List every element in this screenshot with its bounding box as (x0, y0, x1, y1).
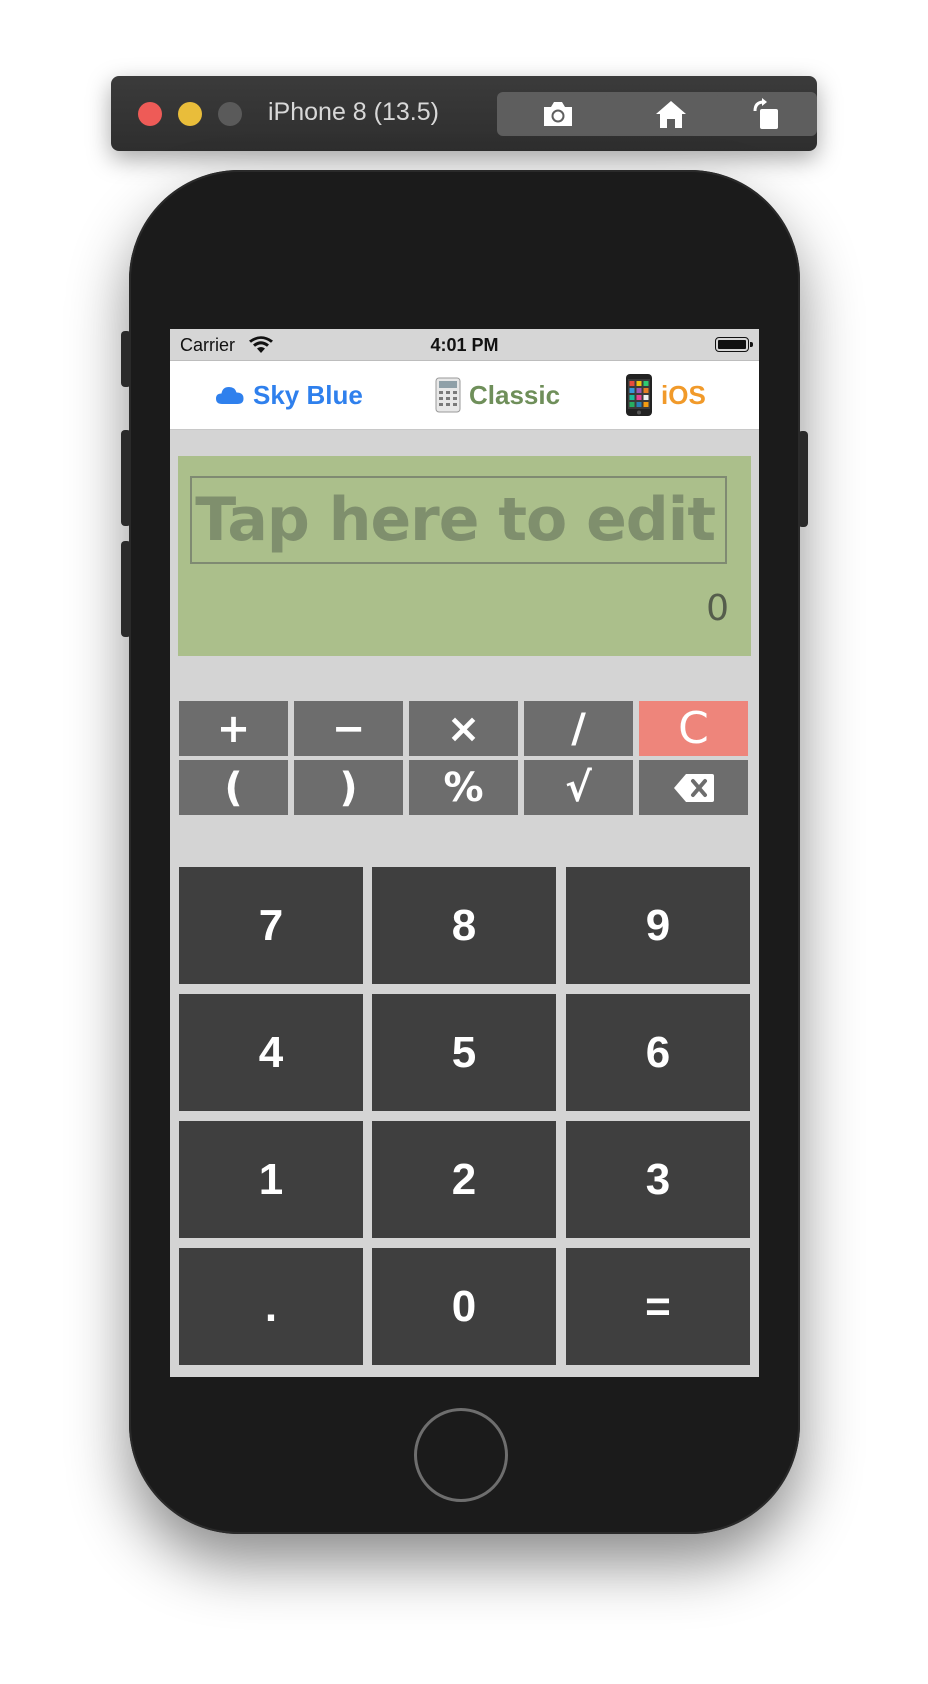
key-5[interactable]: 5 (372, 994, 556, 1111)
open-paren-key[interactable]: ( (179, 760, 288, 815)
simulator-title: iPhone 8 (13.5) (268, 98, 439, 126)
key-6[interactable]: 6 (566, 994, 750, 1111)
calculator-icon (435, 377, 461, 413)
status-time: 4:01 PM (430, 335, 499, 355)
battery-icon (715, 337, 753, 352)
minus-key[interactable]: − (294, 701, 403, 756)
theme-tab-classic[interactable]: Classic (435, 373, 560, 417)
key-2[interactable]: 2 (372, 1121, 556, 1238)
sqrt-key[interactable]: √ (524, 760, 633, 815)
theme-label-sky-blue: Sky Blue (253, 379, 363, 410)
home-button[interactable] (606, 92, 735, 136)
home-icon (655, 101, 686, 128)
screenshot-button[interactable] (497, 92, 619, 136)
phone-home-button[interactable] (414, 1408, 508, 1502)
key-7[interactable]: 7 (179, 867, 363, 984)
theme-label-classic: Classic (469, 379, 561, 410)
key-equals[interactable]: = (566, 1248, 750, 1365)
close-paren-key[interactable]: ) (294, 760, 403, 815)
key-4[interactable]: 4 (179, 994, 363, 1111)
key-9[interactable]: 9 (566, 867, 750, 984)
key-0[interactable]: 0 (372, 1248, 556, 1365)
status-bar: Carrier 4:01 PM (170, 329, 759, 361)
simulator-title-bar: iPhone 8 (13.5) (111, 76, 817, 151)
volume-up-button (121, 430, 131, 526)
clear-key[interactable]: C (639, 701, 748, 756)
app-screen: Carrier 4:01 PM Sky Blue Classic iOS Tap… (170, 329, 759, 1377)
backspace-key[interactable] (639, 760, 748, 815)
rotate-button[interactable] (717, 92, 817, 136)
close-window-button[interactable] (138, 102, 162, 126)
theme-label-ios: iOS (661, 379, 706, 410)
theme-tab-sky-blue[interactable]: Sky Blue (215, 373, 363, 417)
key-8[interactable]: 8 (372, 867, 556, 984)
power-button (798, 431, 808, 527)
divide-key[interactable]: / (524, 701, 633, 756)
minimize-window-button[interactable] (178, 102, 202, 126)
calculator-display: Tap here to edit 0 (178, 456, 751, 656)
cloud-icon (215, 384, 245, 406)
rotate-icon (753, 98, 778, 129)
camera-icon (544, 102, 572, 126)
volume-down-button (121, 541, 131, 637)
phone-icon (625, 373, 653, 417)
plus-key[interactable]: + (179, 701, 288, 756)
multiply-key[interactable]: × (409, 701, 518, 756)
key-3[interactable]: 3 (566, 1121, 750, 1238)
mute-switch (121, 331, 131, 387)
backspace-icon (673, 774, 714, 802)
result-value: 0 (706, 588, 729, 629)
expression-input[interactable]: Tap here to edit (190, 476, 727, 564)
zoom-window-button[interactable] (218, 102, 242, 126)
theme-selector: Sky Blue Classic iOS (170, 361, 759, 430)
percent-key[interactable]: % (409, 760, 518, 815)
key-decimal[interactable]: . (179, 1248, 363, 1365)
key-1[interactable]: 1 (179, 1121, 363, 1238)
theme-tab-ios[interactable]: iOS (625, 373, 706, 417)
